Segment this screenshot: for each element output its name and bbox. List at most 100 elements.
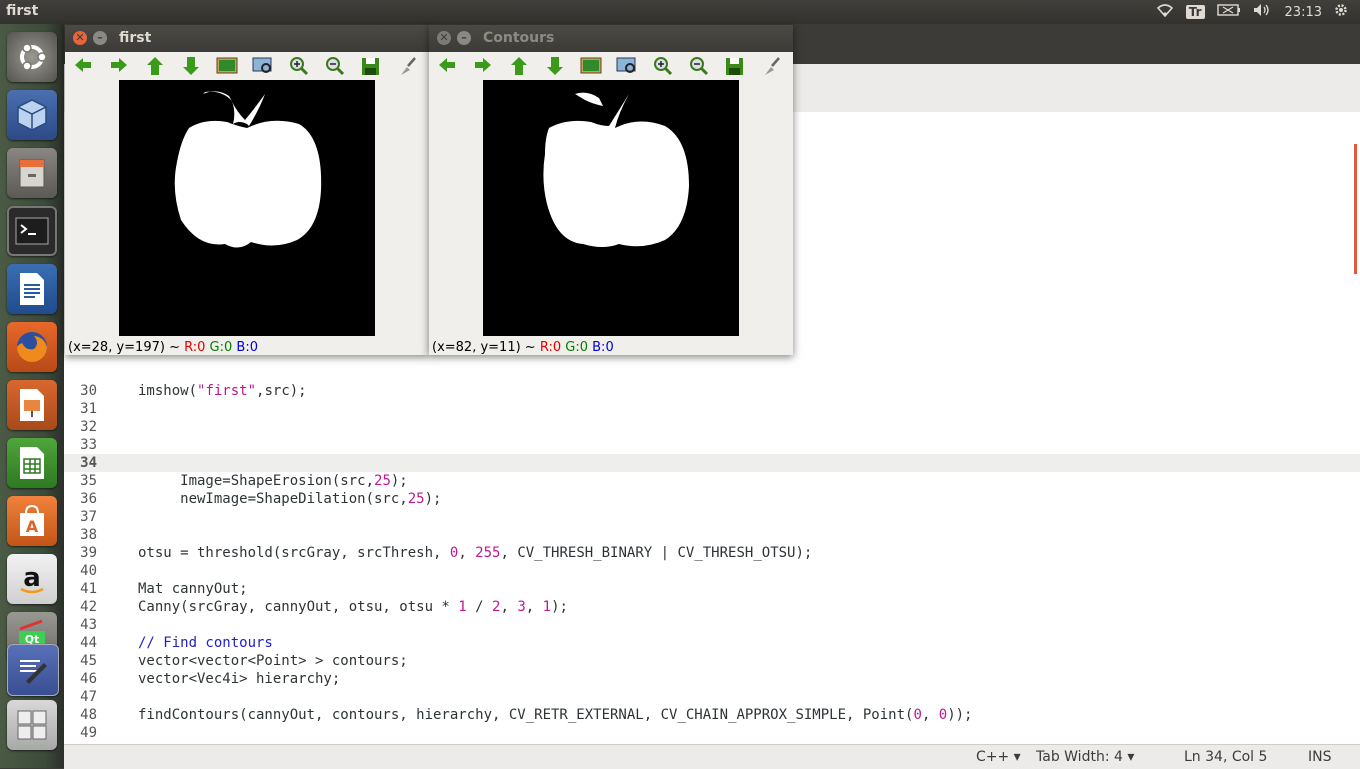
launcher: A a Qt <box>0 24 64 768</box>
image-icon <box>216 57 238 74</box>
workspace-switcher[interactable] <box>7 700 57 750</box>
back-arrow-button[interactable] <box>429 52 465 80</box>
clock[interactable]: 23:13 <box>1285 5 1322 20</box>
document-icon <box>20 273 44 305</box>
ubuntu-dash-button[interactable] <box>7 32 57 82</box>
line-number: 45 <box>80 653 97 669</box>
pixel-r: R:0 <box>184 340 206 355</box>
minimize-icon[interactable]: – <box>93 31 107 45</box>
line-number: 47 <box>80 689 97 705</box>
wifi-icon[interactable] <box>1156 3 1174 21</box>
properties-button[interactable] <box>753 52 789 80</box>
zoom-fit-button[interactable] <box>609 52 645 80</box>
calc-launcher[interactable] <box>7 438 57 488</box>
code-line[interactable]: 38 <box>64 526 1360 544</box>
image-toolbar <box>429 52 793 80</box>
text-editor-launcher[interactable] <box>7 644 59 696</box>
ubuntu-logo-icon <box>20 43 47 71</box>
svg-text:A: A <box>26 517 39 536</box>
virtualbox-launcher[interactable] <box>7 90 57 140</box>
pixel-coords: (x=82, y=11) ~ <box>432 340 540 355</box>
pixel-b: B:0 <box>592 340 614 355</box>
close-icon[interactable]: ✕ <box>73 31 87 45</box>
down-arrow-icon <box>183 57 199 75</box>
code-line[interactable]: 30 imshow("first",src); <box>64 382 1360 400</box>
down-arrow-button[interactable] <box>173 52 209 80</box>
back-arrow-button[interactable] <box>65 52 101 80</box>
volume-icon[interactable] <box>1253 3 1273 21</box>
properties-button[interactable] <box>389 52 425 80</box>
up-arrow-icon <box>511 57 527 75</box>
code-line[interactable]: 35 Image=ShapeErosion(src,25); <box>64 472 1360 490</box>
code-line[interactable]: 36 newImage=ShapeDilation(src,25); <box>64 490 1360 508</box>
code-line[interactable]: 39 otsu = threshold(srcGray, srcThresh, 0… <box>64 544 1360 562</box>
code-line[interactable]: 32 <box>64 418 1360 436</box>
tab-width-selector[interactable]: Tab Width: 4 ▾ <box>1036 749 1134 765</box>
line-number: 35 <box>80 473 97 489</box>
code-line[interactable]: 42 Canny(srcGray, cannyOut, otsu, otsu * … <box>64 598 1360 616</box>
code-line[interactable]: 48 findContours(cannyOut, contours, hiera… <box>64 706 1360 724</box>
battery-icon[interactable] <box>1216 4 1241 20</box>
down-arrow-button[interactable] <box>537 52 573 80</box>
gear-icon[interactable] <box>1334 3 1348 21</box>
pixel-r: R:0 <box>539 340 562 355</box>
zoom-out-button[interactable] <box>681 52 717 80</box>
firefox-launcher[interactable] <box>7 322 57 372</box>
code-line[interactable]: 49 <box>64 724 1360 742</box>
amazon-icon: a <box>20 563 44 594</box>
code-line[interactable]: 33 <box>64 436 1360 454</box>
pixel-coords: (x=28, y=197) ~ <box>68 340 185 355</box>
code-line[interactable]: 45 vector<vector<Point> > contours; <box>64 652 1360 670</box>
save-button[interactable] <box>717 52 753 80</box>
active-app-name: first <box>6 3 39 19</box>
zoom-out-icon <box>690 57 709 76</box>
up-arrow-button[interactable] <box>501 52 537 80</box>
code-line[interactable]: 44 // Find contours <box>64 634 1360 652</box>
zoom-fit-button[interactable] <box>245 52 281 80</box>
image-display[interactable] <box>483 80 739 336</box>
image-button[interactable] <box>573 52 609 80</box>
code-line[interactable]: 34 <box>64 454 1360 472</box>
code-line[interactable]: 47 <box>64 688 1360 706</box>
terminal-launcher[interactable] <box>7 206 57 256</box>
zoom-in-button[interactable] <box>645 52 681 80</box>
save-icon <box>726 58 743 75</box>
zoom-fit-icon <box>252 57 272 73</box>
keyboard-layout-indicator[interactable]: Tr <box>1185 5 1205 19</box>
zoom-in-icon <box>290 57 309 76</box>
code-line[interactable]: 46 vector<Vec4i> hierarchy; <box>64 670 1360 688</box>
amazon-launcher[interactable]: a <box>7 554 57 604</box>
code-line[interactable]: 40 <box>64 562 1360 580</box>
top-panel: first Tr 23:13 <box>0 0 1360 24</box>
pencil-icon <box>20 660 47 684</box>
window-first[interactable]: ✕ – first (x=28, y=197) ~ R:0 G:0 B:0 <box>65 25 429 355</box>
window-titlebar[interactable]: ✕ – first <box>65 25 429 52</box>
minimize-icon[interactable]: – <box>457 31 471 45</box>
language-selector[interactable]: C++ ▾ <box>976 749 1021 765</box>
files-launcher[interactable] <box>7 148 57 198</box>
window-titlebar[interactable]: ✕ – Contours <box>429 25 793 52</box>
save-button[interactable] <box>353 52 389 80</box>
code-line[interactable]: 37 <box>64 508 1360 526</box>
forward-arrow-button[interactable] <box>465 52 501 80</box>
window-title: Contours <box>483 30 555 46</box>
window-contours[interactable]: ✕ – Contours (x=82, y=11) ~ R:0 G:0 B:0 <box>429 25 793 355</box>
zoom-in-button[interactable] <box>281 52 317 80</box>
impress-launcher[interactable] <box>7 380 57 430</box>
zoom-out-button[interactable] <box>317 52 353 80</box>
up-arrow-button[interactable] <box>137 52 173 80</box>
line-number: 42 <box>80 599 97 615</box>
image-display[interactable] <box>119 80 375 336</box>
scrollbar-indicator[interactable] <box>1354 144 1357 274</box>
forward-arrow-button[interactable] <box>101 52 137 80</box>
writer-launcher[interactable] <box>7 264 57 314</box>
code-line[interactable]: 43 <box>64 616 1360 634</box>
close-icon[interactable]: ✕ <box>437 31 451 45</box>
image-button[interactable] <box>209 52 245 80</box>
back-arrow-icon <box>75 58 91 72</box>
line-text: Image=ShapeErosion(src,25); <box>138 473 408 489</box>
code-line[interactable]: 41 Mat cannyOut; <box>64 580 1360 598</box>
code-line[interactable]: 31 <box>64 400 1360 418</box>
software-center-launcher[interactable]: A <box>7 496 57 546</box>
zoom-fit-icon <box>616 57 636 73</box>
